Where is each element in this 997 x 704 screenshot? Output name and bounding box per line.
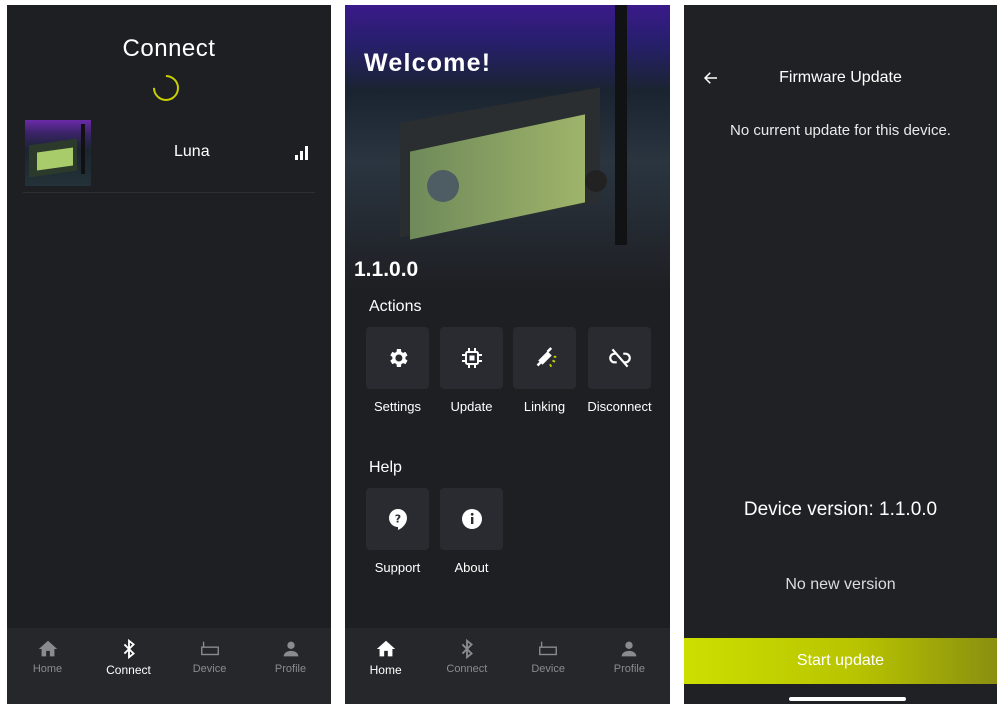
linking-button[interactable]: Linking [513,327,576,414]
tab-connect[interactable]: Connect [88,638,169,677]
help-heading: Help [369,459,402,476]
tab-profile[interactable]: Profile [250,638,331,675]
bluetooth-icon [461,638,473,660]
new-version-text: No new version [785,576,896,593]
tab-home[interactable]: Home [345,638,426,677]
home-indicator [789,697,906,701]
chip-icon [461,348,482,368]
info-icon [461,509,482,529]
device-icon [200,641,219,656]
tab-device[interactable]: Device [169,638,250,675]
update-button[interactable]: Update [440,327,503,414]
svg-text:?: ? [394,513,400,526]
tab-bar: Home Connect Device Profile [7,628,331,704]
tab-device[interactable]: Device [508,638,589,675]
signal-bars-icon [295,146,309,160]
loading-spinner-icon [147,69,185,107]
firmware-update-screen: Firmware Update No current update for th… [684,5,997,704]
gear-icon [389,349,407,367]
support-button[interactable]: ? Support [366,488,429,575]
connect-screen: Connect Luna Home Connect Device Profile [7,5,331,704]
home-icon [376,640,395,657]
tab-connect[interactable]: Connect [426,638,507,675]
actions-heading: Actions [369,298,422,315]
plug-link-icon [536,347,556,368]
profile-icon [622,641,637,657]
update-status-text: No current update for this device. [730,122,951,139]
settings-button[interactable]: Settings [366,327,429,414]
start-update-button[interactable]: Start update [684,638,997,684]
help-bubble-icon: ? [388,509,407,530]
unlink-icon [608,348,631,368]
device-hero-image [345,5,670,290]
home-icon [38,640,57,657]
bluetooth-icon [123,638,135,660]
device-icon [539,641,558,656]
profile-icon [283,641,298,657]
welcome-heading: Welcome! [364,49,492,77]
tab-home[interactable]: Home [7,638,88,675]
device-version-text: Device version: 1.1.0.0 [743,499,938,520]
tab-bar: Home Connect Device Profile [345,628,670,704]
page-title: Connect [122,35,216,62]
device-list-item[interactable]: Luna [23,118,315,193]
tab-profile[interactable]: Profile [589,638,670,675]
home-screen: Welcome! 1.1.0.0 Actions Settings Update… [345,5,670,704]
device-name: Luna [174,143,210,160]
disconnect-button[interactable]: Disconnect [587,327,652,414]
firmware-version: 1.1.0.0 [354,258,419,281]
device-thumbnail [25,120,91,186]
about-button[interactable]: About [440,488,503,575]
page-title: Firmware Update [779,69,902,86]
